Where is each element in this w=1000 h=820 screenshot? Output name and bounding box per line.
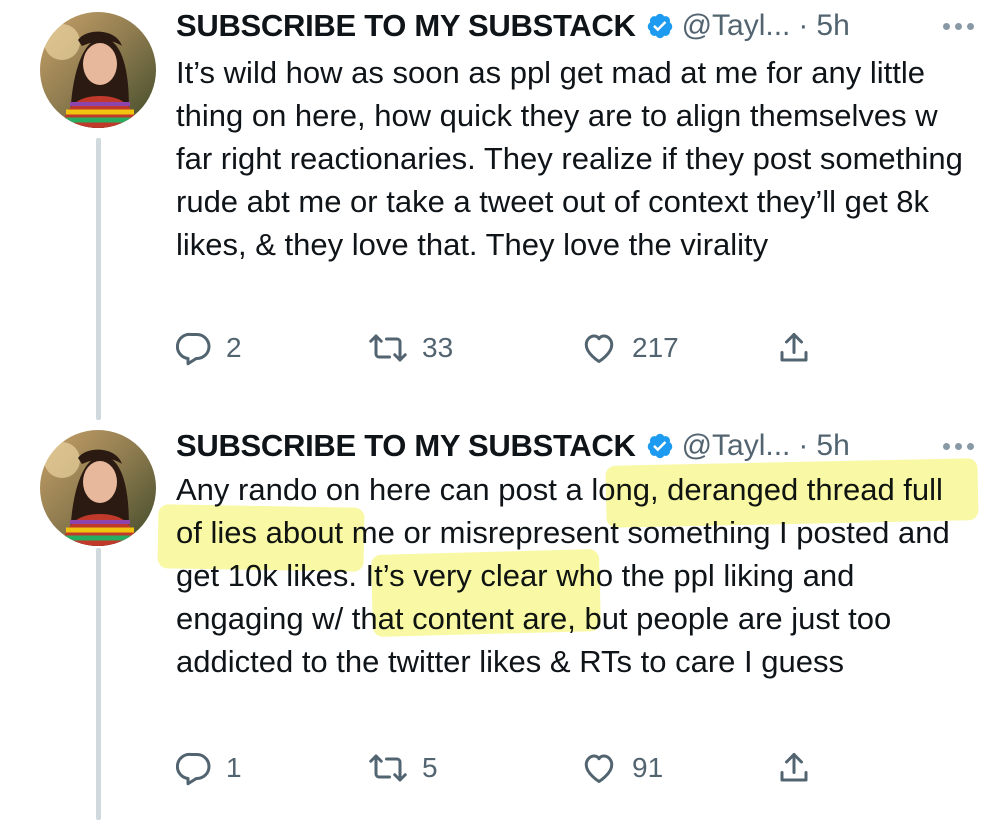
reply-button[interactable]: 1 [176,746,242,790]
more-icon[interactable] [936,428,980,464]
avatar[interactable] [40,12,156,128]
retweet-count: 33 [422,332,454,363]
like-count: 91 [632,752,664,783]
author-handle[interactable]: @Tayl... [682,429,791,463]
display-name[interactable]: SUBSCRIBE TO MY SUBSTACK [176,8,636,44]
separator-dot: · [798,429,809,462]
tweet-actions: 1 5 91 [176,746,836,790]
retweet-icon [369,334,407,362]
thread-connector-line [96,548,101,820]
thread-connector-line [96,138,101,420]
tweet[interactable]: SUBSCRIBE TO MY SUBSTACK @Tayl... · 5h A… [0,410,1000,820]
tweet-header: SUBSCRIBE TO MY SUBSTACK @Tayl... · 5h [176,424,980,468]
share-icon [780,753,808,782]
heart-icon [584,754,614,783]
tweet[interactable]: SUBSCRIBE TO MY SUBSTACK @Tayl... · 5h I… [0,0,1000,420]
heart-icon [584,334,614,363]
reply-count: 1 [226,752,242,783]
like-count: 217 [632,332,679,363]
verified-badge-icon [647,433,672,459]
reply-button[interactable]: 2 [176,326,242,370]
share-button[interactable] [776,746,812,790]
reply-count: 2 [226,332,242,363]
author-handle[interactable]: @Tayl... [682,9,791,43]
tweet-text: Any rando on here can post a long, deran… [176,472,950,679]
tweet-header: SUBSCRIBE TO MY SUBSTACK @Tayl... · 5h [176,4,980,48]
tweet-actions: 2 33 217 [176,326,836,370]
separator-dot: · [798,9,809,42]
reply-icon [176,752,211,786]
share-icon [780,333,808,362]
avatar[interactable] [40,430,156,546]
display-name[interactable]: SUBSCRIBE TO MY SUBSTACK [176,428,636,464]
retweet-icon [369,754,407,782]
verified-badge-icon [647,13,672,39]
retweet-button[interactable]: 33 [368,326,453,370]
like-button[interactable]: 217 [580,326,679,370]
timestamp[interactable]: 5h [816,9,849,43]
share-button[interactable] [776,326,812,370]
timestamp[interactable]: 5h [816,429,849,463]
more-icon[interactable] [936,8,980,44]
tweet-text: It’s wild how as soon as ppl get mad at … [176,55,963,262]
retweet-count: 5 [422,752,438,783]
like-button[interactable]: 91 [580,746,663,790]
reply-icon [176,332,211,366]
retweet-button[interactable]: 5 [368,746,438,790]
